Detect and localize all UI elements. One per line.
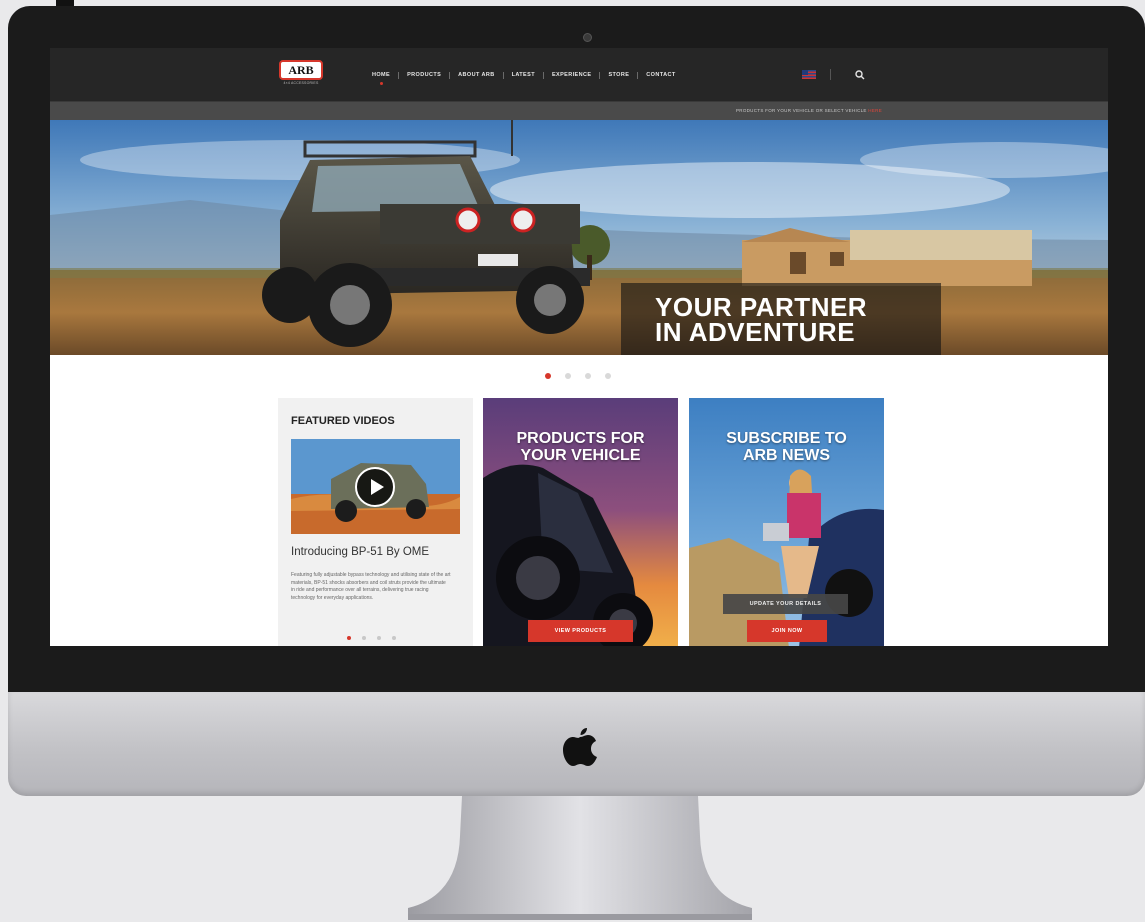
apple-logo-icon [563,728,597,766]
products-title-line1: PRODUCTS FOR [516,430,645,447]
featured-videos-title: FEATURED VIDEOS [291,415,395,427]
video-description: Featuring fully adjustable bypass techno… [291,572,451,601]
nav-item-store[interactable]: STORE [600,69,637,81]
flag-icon[interactable] [802,70,816,79]
website-screen: ARB 4×4 ACCESSORIES HOME PRODUCTS ABOUT AR… [50,48,1108,646]
nav-item-contact[interactable]: CONTACT [638,69,683,81]
nav-item-home[interactable]: HOME [364,69,398,85]
search-icon[interactable] [855,70,865,80]
nav-item-latest[interactable]: LATEST [504,69,543,81]
subscribe-card-title: SUBSCRIBE TO ARB NEWS [689,430,884,464]
play-icon[interactable] [355,467,395,507]
video-page-dot[interactable] [362,636,366,640]
hero-slide-dot[interactable] [545,373,551,379]
hero-banner[interactable]: YOUR PARTNER IN ADVENTURE [50,120,1108,355]
hero-photo [50,120,1108,355]
promo-text: PRODUCTS FOR YOUR VEHICLE OR SELECT VEHI… [736,108,882,113]
subscribe-card: SUBSCRIBE TO ARB NEWS UPDATE YOUR DETAIL… [689,398,884,646]
hero-slider-dots [545,373,611,379]
products-card-title: PRODUCTS FOR YOUR VEHICLE [483,430,678,464]
logo-wordmark: ARB [279,60,323,80]
promo-bar: PRODUCTS FOR YOUR VEHICLE OR SELECT VEHI… [50,101,1108,120]
products-title-line2: YOUR VEHICLE [520,447,641,464]
subscribe-title-line2: ARB NEWS [742,447,831,464]
hero-slide-dot[interactable] [605,373,611,379]
promo-message: PRODUCTS FOR YOUR VEHICLE OR SELECT VEHI… [735,108,867,113]
featured-videos-card: FEATURED VIDEOS Introducing BP-51 By OME… [278,398,473,646]
main-nav: HOME PRODUCTS ABOUT ARB LATEST EXPERIENCE STO… [364,69,684,85]
hero-slide-dot[interactable] [565,373,571,379]
products-card[interactable]: PRODUCTS FOR YOUR VEHICLE VIEW PRODUCTS [483,398,678,646]
view-products-button[interactable]: VIEW PRODUCTS [528,620,633,642]
hero-caption-line2: IN ADVENTURE [655,317,856,347]
subscribe-title-line1: SUBSCRIBE TO [726,430,847,447]
camera-icon [583,33,592,42]
video-page-dot[interactable] [377,636,381,640]
video-page-dot[interactable] [392,636,396,640]
hero-slide-dot[interactable] [585,373,591,379]
video-thumbnail[interactable] [291,439,460,534]
nav-item-experience[interactable]: EXPERIENCE [544,69,599,81]
update-details-button[interactable]: UPDATE YOUR DETAILS [723,594,848,614]
nav-item-products[interactable]: PRODUCTS [399,69,449,81]
hero-caption-box: YOUR PARTNER IN ADVENTURE [621,283,941,355]
monitor-stand [408,796,752,920]
video-title[interactable]: Introducing BP-51 By OME [291,546,429,558]
arb-logo[interactable]: ARB 4×4 ACCESSORIES [279,60,323,88]
logo-tagline: 4×4 ACCESSORIES [283,81,319,85]
header-divider [830,69,831,80]
hero-caption: YOUR PARTNER IN ADVENTURE [655,294,867,347]
videos-pagination-dots [347,636,396,640]
video-page-dot[interactable] [347,636,351,640]
nav-item-about-arb[interactable]: ABOUT ARB [450,69,502,81]
promo-link[interactable]: HERE [868,108,882,113]
join-now-button[interactable]: JOIN NOW [747,620,827,642]
site-header: ARB 4×4 ACCESSORIES HOME PRODUCTS ABOUT AR… [50,48,1108,101]
